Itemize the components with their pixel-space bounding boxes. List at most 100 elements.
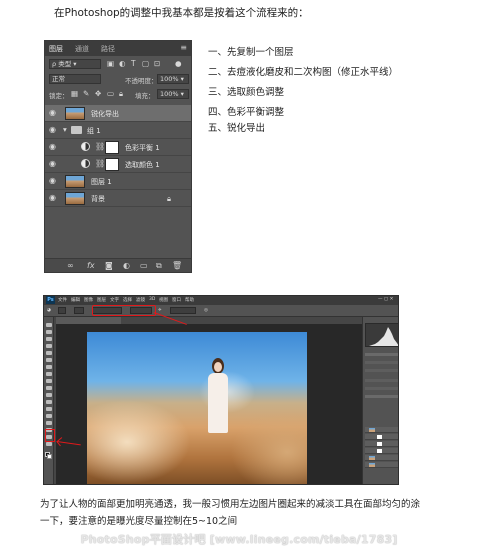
blend-mode-select[interactable]: 正常: [49, 74, 101, 84]
fill-label: 填充：: [135, 92, 155, 100]
layers-panel: 图层 通道 路径 ≡ ρ 类型 ▾ ▣ ◐ T ▢ ⊡ ● 正常 不透明度： 1…: [44, 40, 192, 273]
fill-input[interactable]: 100% ▾: [157, 89, 189, 99]
menu-item[interactable]: 窗口: [172, 297, 181, 303]
tab-channels[interactable]: 通道: [75, 44, 89, 54]
menu-item[interactable]: 视图: [159, 297, 168, 303]
menu-item[interactable]: 文件: [58, 297, 67, 303]
folder-icon[interactable]: ▭: [140, 261, 148, 270]
dodge-tool-icon[interactable]: ◕: [47, 308, 51, 313]
eye-icon[interactable]: ◉: [49, 176, 59, 186]
eye-icon[interactable]: ◉: [49, 108, 59, 118]
filter-type-icon[interactable]: T: [131, 59, 136, 68]
link-icon[interactable]: ∞: [67, 261, 74, 270]
layer-name: 色彩平衡 1: [125, 144, 160, 152]
menu-item[interactable]: 帮助: [185, 297, 194, 303]
menu-item[interactable]: 选择: [123, 297, 132, 303]
new-layer-icon[interactable]: ⧉: [156, 261, 162, 271]
brush-preset-picker[interactable]: [58, 307, 66, 314]
protect-tones-checkbox[interactable]: [170, 307, 196, 314]
layer-row[interactable]: ◉ 锐化导出: [45, 105, 191, 122]
airbrush-icon[interactable]: ✈︎: [158, 308, 162, 313]
eye-icon[interactable]: ◉: [49, 193, 59, 203]
layer-mask-thumbnail[interactable]: [105, 158, 119, 171]
filter-adjustment-icon[interactable]: ◐: [119, 59, 126, 68]
adjustment-icon[interactable]: ◐: [123, 261, 130, 270]
annotation-tool-box: [45, 429, 55, 442]
adjustment-layer-icon: [81, 142, 90, 151]
ps-toolbar: [44, 317, 54, 484]
filter-pixel-icon[interactable]: ▣: [107, 59, 114, 68]
mini-layer-row[interactable]: [365, 448, 398, 454]
lasso-tool-icon[interactable]: [46, 337, 52, 341]
layer-thumbnail: [65, 175, 85, 188]
blur-tool-icon[interactable]: [46, 407, 52, 411]
layer-row[interactable]: ◉ ⛓︎ 色彩平衡 1: [45, 139, 191, 156]
pressure-icon[interactable]: ◎: [204, 308, 208, 313]
lock-transparent-icon[interactable]: ▦: [71, 89, 78, 98]
menu-item[interactable]: 文字: [110, 297, 119, 303]
eye-icon[interactable]: ◉: [49, 159, 59, 169]
menu-item[interactable]: 滤镜: [136, 297, 145, 303]
blend-mode-value: 正常: [52, 75, 65, 83]
layer-name: 组 1: [87, 127, 101, 135]
opacity-input[interactable]: 100% ▾: [157, 74, 189, 84]
mini-layer-row[interactable]: [365, 434, 398, 440]
eye-icon[interactable]: ◉: [49, 142, 59, 152]
lock-position-icon[interactable]: ✥: [95, 89, 101, 98]
dodge-tool-icon[interactable]: [46, 414, 52, 418]
mini-layer-row[interactable]: [365, 455, 398, 461]
tab-paths[interactable]: 路径: [101, 44, 115, 54]
layer-mask-thumbnail[interactable]: [105, 141, 119, 154]
layer-row[interactable]: ◉ 图层 1: [45, 173, 191, 190]
quick-select-tool-icon[interactable]: [46, 344, 52, 348]
mini-layer-row[interactable]: [365, 427, 398, 433]
menu-item[interactable]: 图层: [97, 297, 106, 303]
lock-pixels-icon[interactable]: ✎: [83, 89, 89, 98]
eye-icon[interactable]: ◉: [49, 125, 59, 135]
panel-divider: [365, 361, 398, 364]
lock-all-icon[interactable]: 🔒︎: [119, 89, 123, 98]
layer-row[interactable]: ◉ 背景 🔒︎: [45, 190, 191, 207]
chain-link-icon[interactable]: ⛓︎: [95, 159, 105, 168]
eraser-tool-icon[interactable]: [46, 393, 52, 397]
layer-filter-select[interactable]: ρ 类型 ▾: [49, 59, 101, 69]
menu-item[interactable]: 编辑: [71, 297, 80, 303]
filter-smart-icon[interactable]: ⊡: [154, 59, 160, 68]
clone-stamp-tool-icon[interactable]: [46, 379, 52, 383]
crop-tool-icon[interactable]: [46, 351, 52, 355]
hand-tool-icon[interactable]: [46, 442, 52, 446]
brush-tool-icon[interactable]: [46, 372, 52, 376]
filter-toggle-icon[interactable]: ●: [175, 59, 182, 68]
mini-layer-row[interactable]: [365, 441, 398, 447]
mask-icon[interactable]: ◙: [105, 261, 113, 270]
filter-shape-icon[interactable]: ▢: [142, 59, 149, 68]
chain-link-icon[interactable]: ⛓︎: [95, 142, 105, 151]
brush-panel-toggle[interactable]: [74, 307, 84, 314]
menu-item[interactable]: 图像: [84, 297, 93, 303]
background-color-swatch[interactable]: [47, 454, 52, 459]
layer-row[interactable]: ◉ ▾ 组 1: [45, 122, 191, 139]
gradient-tool-icon[interactable]: [46, 400, 52, 404]
menu-item[interactable]: 3D: [149, 297, 155, 302]
trash-icon[interactable]: 🗑︎: [172, 261, 182, 270]
opacity-value: 100%: [160, 75, 179, 83]
chevron-down-icon[interactable]: ▾: [63, 125, 67, 134]
mini-layer-row[interactable]: [365, 462, 398, 468]
adjustment-layer-icon: [81, 159, 90, 168]
portrait-subject: [205, 358, 231, 468]
marquee-tool-icon[interactable]: [46, 330, 52, 334]
pen-tool-icon[interactable]: [46, 421, 52, 425]
document-tab[interactable]: [56, 317, 121, 324]
history-brush-tool-icon[interactable]: [46, 386, 52, 390]
panel-menu-icon[interactable]: ≡: [180, 43, 187, 52]
layer-row[interactable]: ◉ ⛓︎ 选取颜色 1: [45, 156, 191, 173]
lock-artboard-icon[interactable]: ▭: [107, 89, 114, 98]
healing-tool-icon[interactable]: [46, 365, 52, 369]
step-2: 二、去痘液化磨皮和二次构图（修正水平线）: [208, 67, 399, 78]
window-controls-icon[interactable]: — ▢ ✕: [378, 297, 393, 302]
move-tool-icon[interactable]: [46, 323, 52, 327]
ps-canvas: [56, 324, 362, 484]
tab-layers[interactable]: 图层: [49, 44, 63, 54]
fx-icon[interactable]: fx: [87, 261, 95, 270]
eyedropper-tool-icon[interactable]: [46, 358, 52, 362]
